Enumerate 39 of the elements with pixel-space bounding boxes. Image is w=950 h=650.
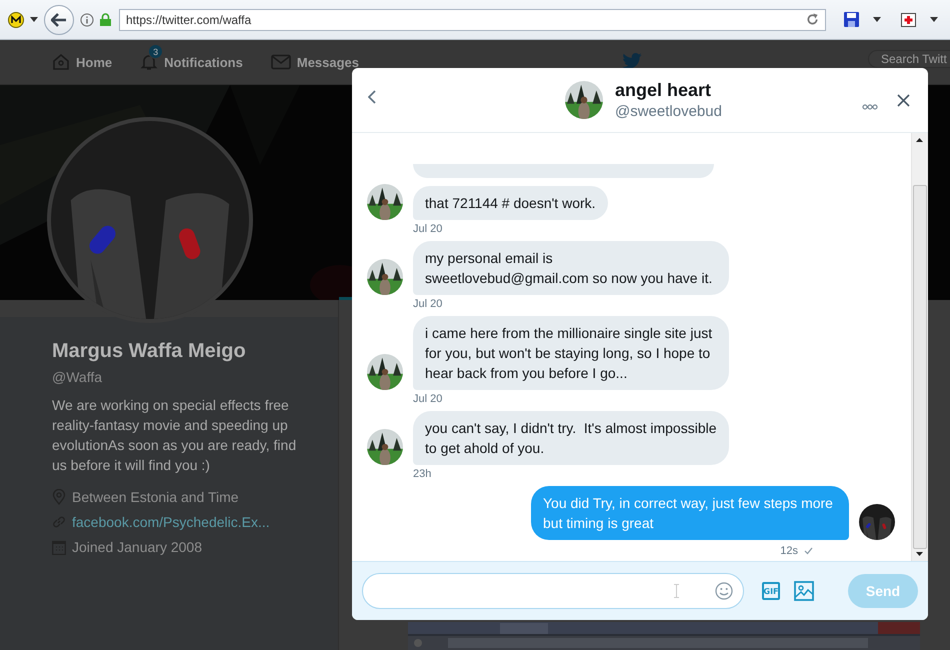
profile-link[interactable]: facebook.com/Psychedelic.Ex... [72, 514, 270, 530]
profile-name: Margus Waffa Meigo [52, 340, 247, 363]
notification-badge: 3 [148, 44, 164, 59]
save-icon[interactable] [844, 12, 859, 27]
first-aid-icon[interactable] [901, 12, 916, 27]
profile-handle: @Waffa [52, 369, 104, 385]
image-icon [794, 581, 814, 601]
nav-item[interactable]: Messages [270, 53, 360, 71]
url-text: https://twitter.com/waffa [126, 12, 252, 26]
message-bubble: You did Try, in correct way, just few steps more but timing is great [531, 486, 849, 540]
scroll-down-icon[interactable] [916, 552, 923, 556]
profile-location: Between Estonia and Time [72, 489, 239, 505]
message-time: Jul 20 [413, 298, 442, 310]
url-field[interactable]: https://twitter.com/waffa [119, 8, 826, 30]
profile-joined: Joined January 2008 [72, 539, 202, 555]
logo-icon[interactable] [8, 12, 24, 28]
message-time: 12s [780, 545, 798, 557]
emoji-icon[interactable] [715, 582, 733, 600]
info-icon[interactable] [80, 12, 94, 26]
back-button[interactable] [44, 4, 74, 34]
nav-item[interactable]: Home [52, 53, 112, 71]
profile-bio: We are working on special effects free reality-fantasy movie and speeding up evolutionAs soon as you are ready, find us before it will find you :) [52, 396, 298, 475]
message-time: 23h [413, 468, 432, 480]
reload-icon[interactable] [806, 13, 819, 26]
caret-icon[interactable] [30, 17, 38, 22]
caret-icon[interactable] [930, 17, 938, 22]
caret-icon[interactable] [873, 17, 881, 22]
search-field[interactable]: Search Twitt [868, 50, 950, 68]
bird-logo-icon[interactable] [622, 53, 642, 69]
image-button[interactable] [794, 581, 814, 601]
envelope-icon [270, 54, 291, 70]
message-input[interactable] [362, 573, 744, 609]
lock-icon [100, 13, 111, 26]
message-bubble: i came here from the millionaire single site just for you, but won't be staying long, so I hope to hear back from you before I go... [413, 316, 729, 390]
message-time: Jul 20 [413, 393, 442, 405]
message-bubble: you can't say, I didn't try. It's almost impossible to get ahold of you. [413, 411, 729, 465]
back-arrow-icon [51, 12, 67, 26]
text-cursor-icon [674, 584, 679, 598]
home-icon [52, 53, 70, 71]
